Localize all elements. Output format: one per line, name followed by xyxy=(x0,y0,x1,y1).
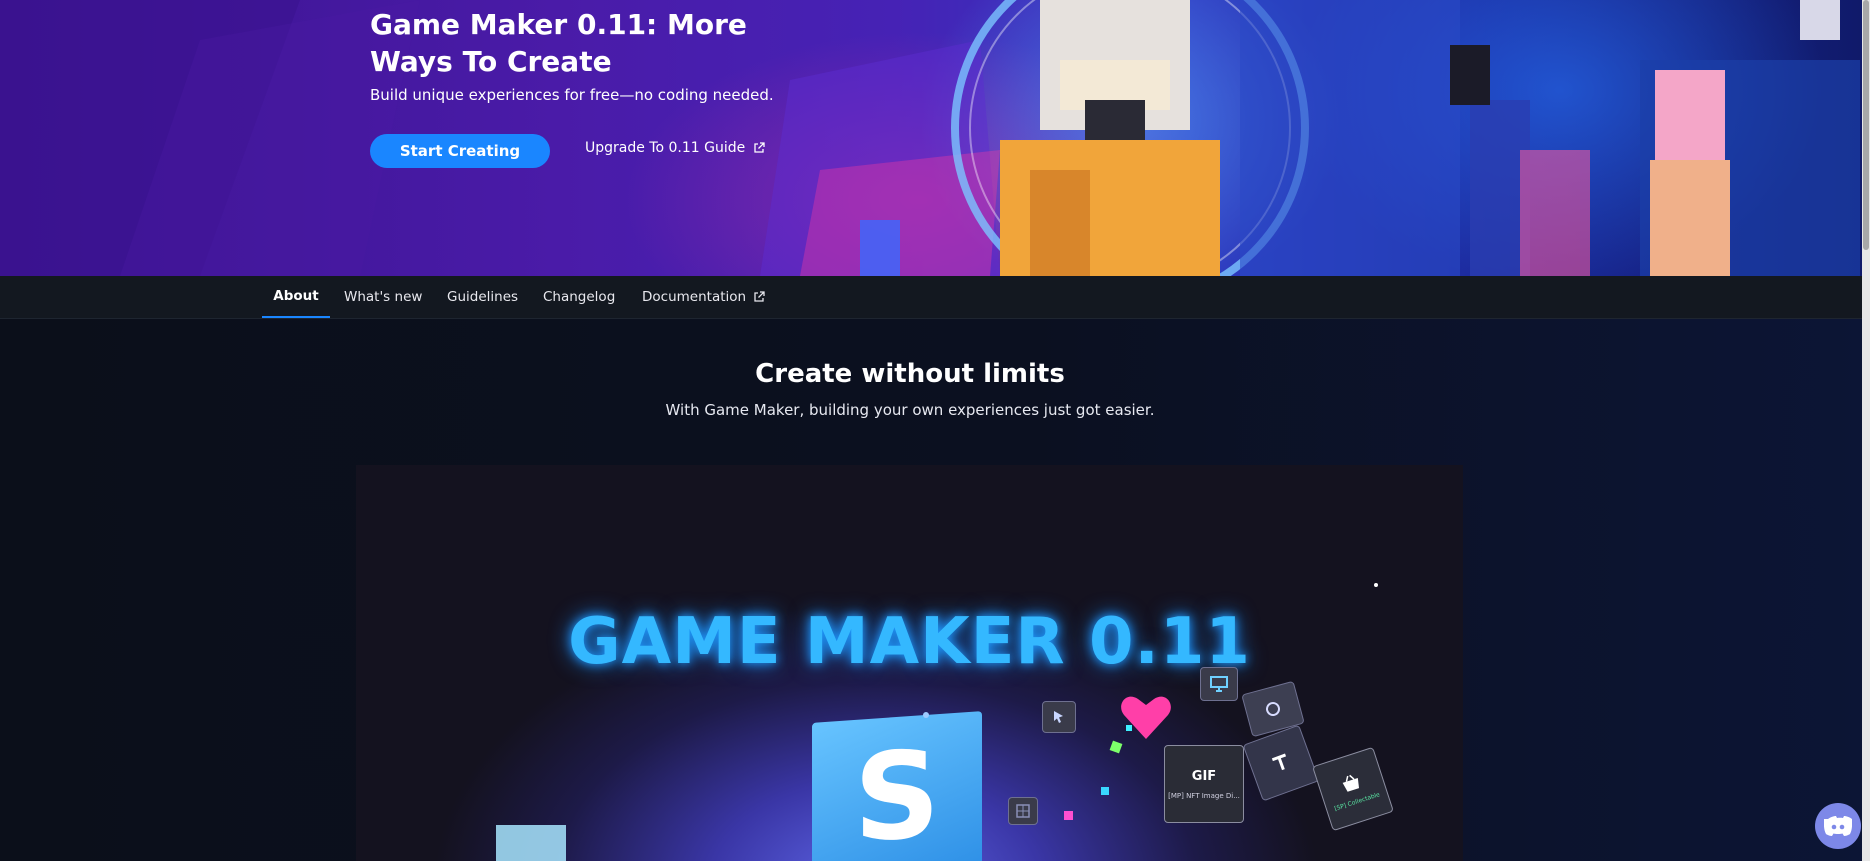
hero-artwork xyxy=(0,0,1860,276)
sparkle-particles xyxy=(496,583,1378,861)
upgrade-guide-label: Upgrade To 0.11 Guide xyxy=(585,140,746,156)
tab-label: Documentation xyxy=(642,289,747,305)
external-link-icon xyxy=(754,291,765,302)
hero-banner: Game Maker 0.11: More Ways To Create Bui… xyxy=(0,0,1862,276)
tab-about[interactable]: About xyxy=(262,276,330,318)
hero-subtitle: Build unique experiences for free—no cod… xyxy=(370,86,774,104)
tab-whats-new[interactable]: What's new xyxy=(344,276,422,318)
discord-button[interactable] xyxy=(1815,803,1861,849)
tab-guidelines[interactable]: Guidelines xyxy=(447,276,518,318)
tab-label: Changelog xyxy=(543,289,616,305)
section-title: Create without limits xyxy=(755,359,1065,389)
section-subtitle: With Game Maker, building your own exper… xyxy=(665,401,1155,419)
scrollbar-thumb[interactable] xyxy=(1863,0,1869,250)
hero-title: Game Maker 0.11: More Ways To Create xyxy=(370,8,747,78)
start-creating-button[interactable]: Start Creating xyxy=(370,134,550,168)
tab-label: About xyxy=(273,288,319,304)
tab-label: Guidelines xyxy=(447,289,519,305)
upgrade-guide-link[interactable]: Upgrade To 0.11 Guide xyxy=(585,140,765,156)
tab-documentation[interactable]: Documentation xyxy=(642,276,765,318)
promo-video[interactable]: GAME MAKER 0.11 S GIF [MP] NFT Image Di.… xyxy=(356,465,1463,861)
tab-changelog[interactable]: Changelog xyxy=(543,276,615,318)
tab-label: What's new xyxy=(344,289,423,305)
external-link-icon xyxy=(754,142,765,153)
about-section: Create without limits With Game Maker, b… xyxy=(0,319,1862,861)
discord-icon xyxy=(1824,816,1852,836)
page-tabs: About What's new Guidelines Changelog Do… xyxy=(0,276,1862,319)
